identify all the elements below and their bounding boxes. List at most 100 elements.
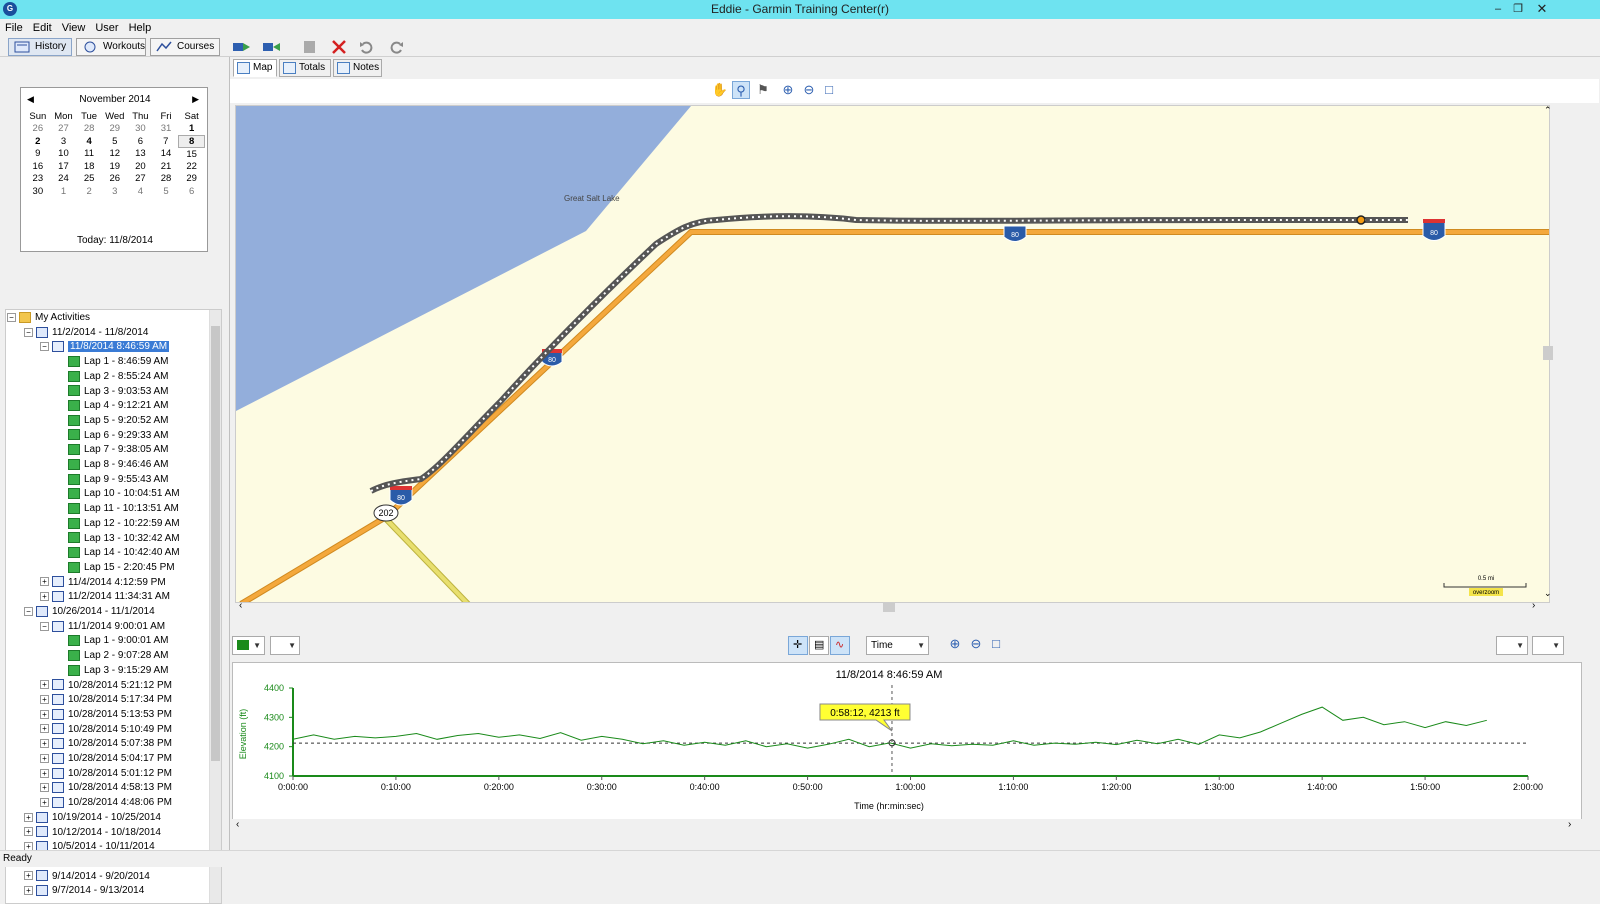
tree-lap[interactable]: Lap 8 - 9:46:46 AM — [56, 458, 169, 472]
scroll-right-icon[interactable]: › — [1568, 819, 1571, 830]
history-button[interactable]: History — [8, 38, 72, 56]
tab-notes[interactable]: Notes — [333, 59, 382, 77]
calendar-day[interactable]: 3 — [102, 185, 128, 198]
scroll-left-icon[interactable]: ‹ — [236, 819, 239, 830]
calendar-day[interactable]: 28 — [153, 173, 179, 186]
grid-toggle[interactable]: ▤ — [809, 636, 829, 655]
fit-extent-icon[interactable]: □ — [820, 81, 838, 99]
tree-root[interactable]: − My Activities — [7, 311, 90, 325]
calendar-day[interactable]: 17 — [51, 160, 77, 173]
calendar-day[interactable]: 26 — [102, 173, 128, 186]
scroll-down-icon[interactable]: ⌄ — [1544, 588, 1552, 599]
tree-week[interactable]: +10/19/2014 - 10/25/2014 — [24, 811, 161, 825]
menu-view[interactable]: View — [57, 19, 91, 37]
calendar-day-selected[interactable]: 8 — [178, 134, 205, 148]
calendar-day[interactable]: 27 — [128, 173, 154, 186]
calendar-day[interactable]: 25 — [76, 173, 102, 186]
expand-icon[interactable]: + — [40, 797, 49, 807]
calendar-day[interactable]: 6 — [179, 185, 205, 198]
tree-activity[interactable]: +11/2/2014 11:34:31 AM — [40, 590, 170, 604]
restore-button[interactable]: ❐ — [1508, 1, 1528, 17]
calendar-day[interactable]: 4 — [128, 185, 154, 198]
calendar-day[interactable]: 26 — [25, 123, 51, 136]
calendar-day[interactable]: 14 — [153, 148, 179, 161]
redo-icon[interactable] — [387, 40, 405, 54]
tree-week[interactable]: − 10/26/2014 - 11/1/2014 — [24, 605, 155, 619]
calendar-day[interactable]: 4 — [76, 135, 102, 148]
scroll-up-icon[interactable]: ⌃ — [1544, 105, 1552, 116]
map-horizontal-scrollbar[interactable]: ‹ › — [235, 600, 1541, 613]
calendar-day[interactable]: 18 — [76, 160, 102, 173]
calendar-day[interactable]: 29 — [179, 173, 205, 186]
calendar-day[interactable]: 2 — [76, 185, 102, 198]
scroll-right-icon[interactable]: › — [1532, 600, 1535, 611]
expand-icon[interactable]: + — [40, 577, 49, 587]
calendar-day[interactable]: 20 — [128, 160, 154, 173]
menu-user[interactable]: User — [90, 19, 123, 37]
tree-activity[interactable]: +10/28/2014 5:07:38 PM — [40, 737, 172, 751]
tab-totals[interactable]: Totals — [279, 59, 331, 77]
calendar-day[interactable]: 15 — [179, 148, 205, 161]
tree-week[interactable]: +10/12/2014 - 10/18/2014 — [24, 826, 161, 840]
calendar-day[interactable]: 5 — [153, 185, 179, 198]
calendar-day[interactable]: 29 — [102, 123, 128, 136]
tree-lap[interactable]: Lap 10 - 10:04:51 AM — [56, 487, 180, 501]
tree-activity[interactable]: − 11/1/2014 9:00:01 AM — [40, 620, 165, 634]
tree-week[interactable]: +9/7/2014 - 9/13/2014 — [24, 884, 144, 898]
smoothing-toggle[interactable]: ∿ — [830, 636, 850, 655]
tree-activity[interactable]: +10/28/2014 4:48:06 PM — [40, 796, 172, 810]
menu-edit[interactable]: Edit — [28, 19, 57, 37]
tree-week[interactable]: +9/14/2014 - 9/20/2014 — [24, 870, 150, 884]
tree-lap[interactable]: Lap 2 - 8:55:24 AM — [56, 370, 169, 384]
tree-lap[interactable]: Lap 5 - 9:20:52 AM — [56, 414, 169, 428]
tree-activity[interactable]: +10/28/2014 5:13:53 PM — [40, 708, 172, 722]
tree-activity[interactable]: +10/28/2014 5:21:12 PM — [40, 679, 172, 693]
calendar-day[interactable]: 28 — [76, 123, 102, 136]
tree-activity[interactable]: +10/28/2014 5:04:17 PM — [40, 752, 172, 766]
calendar-day[interactable]: 24 — [51, 173, 77, 186]
chart-horizontal-scrollbar[interactable]: ‹ › — [232, 819, 1582, 832]
calendar-day[interactable]: 7 — [153, 135, 179, 148]
flag-icon[interactable]: ⚑ — [754, 81, 772, 99]
tree-activity[interactable]: +10/28/2014 4:58:13 PM — [40, 781, 172, 795]
calendar-day[interactable]: 10 — [51, 148, 77, 161]
close-window-button[interactable]: ✕ — [1532, 1, 1552, 17]
tree-lap[interactable]: Lap 3 - 9:15:29 AM — [56, 664, 169, 678]
expand-icon[interactable]: + — [40, 695, 49, 705]
menu-file[interactable]: File — [0, 19, 28, 37]
current-position-marker[interactable] — [1356, 215, 1366, 225]
zoom-out-icon[interactable]: ⊖ — [800, 81, 818, 99]
calendar-day[interactable]: 19 — [102, 160, 128, 173]
undo-icon[interactable] — [358, 40, 376, 54]
collapse-icon[interactable]: − — [40, 342, 49, 352]
tree-activity[interactable]: +11/4/2014 4:12:59 PM — [40, 576, 166, 590]
calendar-day[interactable]: 5 — [102, 135, 128, 148]
tree-lap[interactable]: Lap 3 - 9:03:53 AM — [56, 385, 169, 399]
tree-activity[interactable]: +10/28/2014 5:17:34 PM — [40, 693, 172, 707]
expand-icon[interactable]: + — [24, 812, 33, 822]
tree-lap[interactable]: Lap 6 - 9:29:33 AM — [56, 429, 169, 443]
workouts-button[interactable]: Workouts — [76, 38, 146, 56]
overlay-dropdown-1[interactable]: ▼ — [1496, 636, 1528, 655]
tab-map[interactable]: Map — [233, 59, 277, 77]
chart-fit-icon[interactable]: □ — [987, 635, 1005, 653]
graph-type-dropdown[interactable]: ▼ — [270, 636, 300, 655]
calendar-day[interactable]: 22 — [179, 160, 205, 173]
tree-scroll-thumb[interactable] — [211, 326, 220, 761]
chart-zoom-out-icon[interactable]: ⊖ — [967, 635, 985, 653]
calendar-day[interactable]: 21 — [153, 160, 179, 173]
receive-from-device-icon[interactable] — [263, 40, 281, 54]
expand-icon[interactable]: + — [40, 783, 49, 793]
tree-lap[interactable]: Lap 14 - 10:42:40 AM — [56, 546, 180, 560]
map-hscroll-thumb[interactable] — [883, 602, 895, 612]
tree-lap[interactable]: Lap 2 - 9:07:28 AM — [56, 649, 169, 663]
send-to-device-icon[interactable] — [233, 40, 251, 54]
calendar-day[interactable]: 30 — [25, 185, 51, 198]
x-axis-select[interactable]: Time ▼ — [866, 636, 929, 655]
tree-lap[interactable]: Lap 1 - 9:00:01 AM — [56, 634, 169, 648]
tree-activity[interactable]: +10/28/2014 5:01:12 PM — [40, 767, 172, 781]
calendar-day[interactable]: 27 — [51, 123, 77, 136]
tree-lap[interactable]: Lap 12 - 10:22:59 AM — [56, 517, 180, 531]
tree-lap[interactable]: Lap 9 - 9:55:43 AM — [56, 473, 169, 487]
calendar-day[interactable]: 16 — [25, 160, 51, 173]
